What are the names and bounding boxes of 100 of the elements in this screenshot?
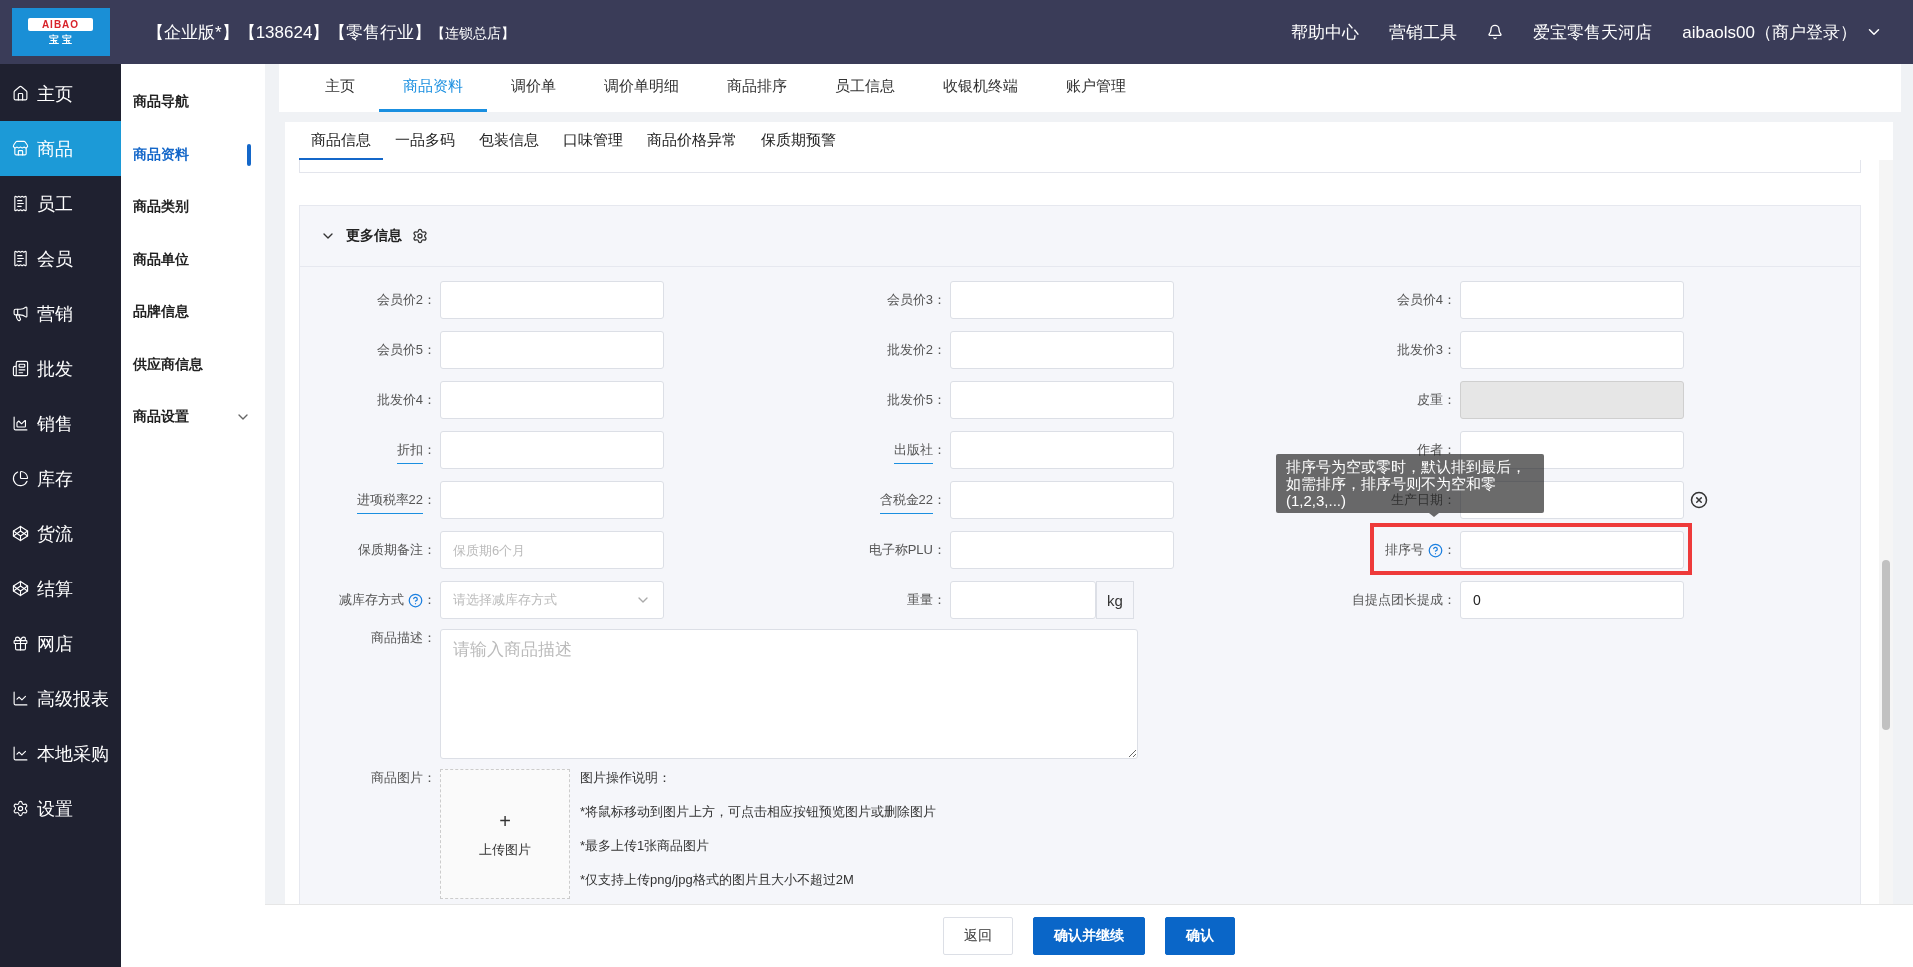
- tab[interactable]: 收银机终端: [919, 64, 1042, 112]
- sidebar-item[interactable]: 员工: [0, 176, 121, 231]
- tab[interactable]: 调价单: [487, 64, 580, 112]
- subnav-item[interactable]: 品牌信息: [121, 286, 265, 339]
- sidebar-item[interactable]: 货流: [0, 506, 121, 561]
- field-label: 进项税率22: [356, 491, 423, 514]
- cube-icon: [12, 580, 29, 597]
- field-label: 减库存方式: [339, 591, 404, 609]
- tab[interactable]: 商品排序: [703, 64, 811, 112]
- sidebar-item[interactable]: 高级报表: [0, 671, 121, 726]
- section-title: 更多信息: [346, 227, 402, 245]
- tab[interactable]: 调价单明细: [580, 64, 703, 112]
- field-label: 排序号: [1385, 541, 1424, 559]
- sidebar-item[interactable]: 结算: [0, 561, 121, 616]
- input-field[interactable]: [950, 281, 1174, 319]
- sidebar-item[interactable]: 主页: [0, 66, 121, 121]
- sidebar-item[interactable]: 本地采购: [0, 726, 121, 781]
- sidebar-item[interactable]: 批发: [0, 341, 121, 396]
- logo-text: AIBAO: [27, 17, 94, 31]
- colon: ：: [423, 491, 436, 509]
- scrollbar[interactable]: [1879, 160, 1893, 904]
- footer-button[interactable]: 返回: [943, 917, 1013, 955]
- subnav-item[interactable]: 商品类别: [121, 181, 265, 234]
- subnav-item[interactable]: 商品设置: [121, 391, 265, 444]
- description-field[interactable]: 请输入商品描述: [440, 629, 1138, 759]
- colon: ：: [423, 441, 436, 459]
- colon: ：: [933, 391, 946, 409]
- field-label: 商品图片: [371, 769, 423, 787]
- input-field[interactable]: [950, 581, 1096, 619]
- subnav-item[interactable]: 商品资料: [121, 128, 265, 181]
- field-label: 批发价2: [886, 341, 933, 359]
- tab[interactable]: 商品价格异常: [635, 122, 749, 160]
- field-label: 自提点团长提成: [1352, 591, 1443, 609]
- tab[interactable]: 员工信息: [811, 64, 919, 112]
- tab[interactable]: 包装信息: [467, 122, 551, 160]
- field-label: 皮重: [1417, 391, 1443, 409]
- store-type-label: 【连锁总店】: [431, 24, 516, 43]
- input-field[interactable]: [1460, 331, 1684, 369]
- bell-icon[interactable]: [1487, 24, 1504, 40]
- receipt-icon: [12, 195, 29, 212]
- sidebar-item[interactable]: 设置: [0, 781, 121, 836]
- colon: ：: [1443, 391, 1456, 409]
- header-link[interactable]: 帮助中心: [1291, 20, 1360, 44]
- input-field[interactable]: [950, 381, 1174, 419]
- input-field[interactable]: [950, 431, 1174, 469]
- input-field[interactable]: [1460, 531, 1684, 569]
- input-field[interactable]: [950, 331, 1174, 369]
- tab[interactable]: 商品资料: [379, 64, 487, 112]
- industry-label: 【零售行业】: [329, 21, 432, 44]
- colon: ：: [1443, 291, 1456, 309]
- input-field[interactable]: [440, 381, 664, 419]
- tab[interactable]: 口味管理: [551, 122, 635, 160]
- line-chart-icon: [12, 745, 29, 762]
- header-link[interactable]: 营销工具: [1389, 20, 1458, 44]
- help-icon[interactable]: [408, 592, 423, 608]
- input-field[interactable]: [1460, 281, 1684, 319]
- input-field[interactable]: 保质期6个月: [440, 531, 664, 569]
- field-label: 重量: [907, 591, 933, 609]
- sidebar-item[interactable]: 会员: [0, 231, 121, 286]
- sidebar-item[interactable]: 网店: [0, 616, 121, 671]
- clear-icon[interactable]: [1690, 491, 1708, 509]
- input-field[interactable]: [440, 481, 664, 519]
- user-menu[interactable]: aibaols00（商户登录）: [1682, 20, 1857, 44]
- input-field[interactable]: [440, 431, 664, 469]
- megaphone-icon: [12, 305, 29, 322]
- field-label: 会员价2: [376, 291, 423, 309]
- field-label: 出版社: [894, 441, 933, 464]
- tab[interactable]: 账户管理: [1042, 64, 1150, 112]
- colon: ：: [1443, 591, 1456, 609]
- sidebar-item[interactable]: 营销: [0, 286, 121, 341]
- colon: ：: [423, 291, 436, 309]
- upload-note: *最多上传1张商品图片: [580, 837, 711, 855]
- upload-button[interactable]: + 上传图片: [440, 769, 570, 899]
- footer-button[interactable]: 确认: [1165, 917, 1235, 955]
- subnav-item[interactable]: 供应商信息: [121, 338, 265, 391]
- input-field[interactable]: [950, 531, 1174, 569]
- field-label: 商品描述: [371, 629, 423, 647]
- tab[interactable]: 保质期预警: [749, 122, 848, 160]
- subnav-item[interactable]: 商品导航: [121, 76, 265, 129]
- colon: ：: [1443, 541, 1456, 559]
- input-field[interactable]: [950, 481, 1174, 519]
- store-icon: [12, 140, 29, 157]
- input-field[interactable]: [440, 331, 664, 369]
- list-icon: [12, 360, 29, 377]
- area-chart-icon: [12, 415, 29, 432]
- settings-icon[interactable]: [412, 228, 428, 244]
- colon: ：: [1443, 341, 1456, 359]
- store-name[interactable]: 爱宝零售天河店: [1533, 20, 1653, 44]
- footer-button[interactable]: 确认并继续: [1033, 917, 1145, 955]
- tab[interactable]: 一品多码: [383, 122, 467, 160]
- upload-note: *将鼠标移动到图片上方，可点击相应按钮预览图片或删除图片: [580, 803, 937, 821]
- field-label: 保质期备注: [358, 541, 423, 559]
- sidebar-item[interactable]: 库存: [0, 451, 121, 506]
- help-icon[interactable]: [1428, 542, 1443, 558]
- colon: ：: [933, 541, 946, 559]
- subnav-item[interactable]: 商品单位: [121, 233, 265, 286]
- sidebar-item[interactable]: 销售: [0, 396, 121, 451]
- tab[interactable]: 主页: [301, 64, 379, 112]
- input-field[interactable]: 0: [1460, 581, 1684, 619]
- input-field[interactable]: [440, 281, 664, 319]
